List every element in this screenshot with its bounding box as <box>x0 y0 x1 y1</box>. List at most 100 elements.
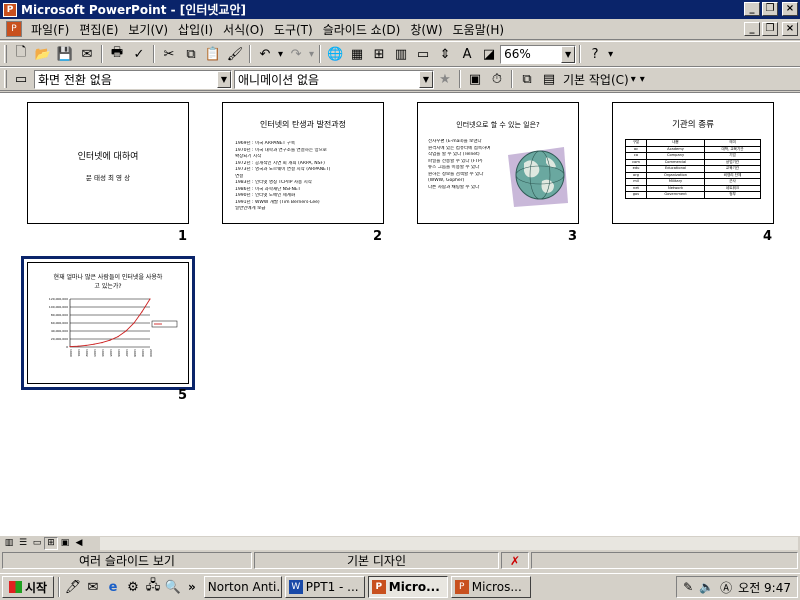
user-growth-chart: 120,000,000 100,000,000 80,000,000 60,000,0… <box>49 297 178 357</box>
zoom-select[interactable]: 66% ▼ <box>500 44 577 64</box>
slide-transition-icon[interactable]: ▭ <box>10 68 32 90</box>
email-icon[interactable]: ✉ <box>76 43 98 65</box>
menu-tools[interactable]: 도구(T) <box>269 21 318 38</box>
search-icon[interactable]: 🔍 <box>163 577 183 597</box>
redo-dropdown-icon[interactable]: ▾ <box>309 49 314 60</box>
slide-bullets: 1969년 : 미국 ARPANET 구축 1970년 : 미국 대학과 연구소… <box>235 141 375 213</box>
transition-dropdown-icon[interactable]: ▼ <box>217 70 231 88</box>
summary-slide-icon[interactable]: ⧉ <box>516 68 538 90</box>
doc-minimize-button[interactable]: _ <box>744 22 760 36</box>
quicklaunch-more-icon[interactable]: » <box>188 580 196 594</box>
close-button[interactable]: × <box>782 2 798 16</box>
menu-edit[interactable]: 편집(E) <box>74 21 123 38</box>
expand-icon[interactable]: ⇕ <box>434 43 456 65</box>
toolbar-grip[interactable] <box>4 70 7 88</box>
x-tick-label: 1994 <box>101 349 105 357</box>
status-empty <box>531 552 798 569</box>
paste-icon[interactable]: 📋 <box>202 43 224 65</box>
animation-preview-icon[interactable]: ★ <box>434 68 456 90</box>
volume-icon[interactable]: 🔈 <box>699 580 714 594</box>
pen-icon[interactable]: ✎ <box>683 580 693 594</box>
redo-icon[interactable]: ↷ <box>285 43 307 65</box>
insert-table-icon[interactable]: ⊞ <box>368 43 390 65</box>
slide-view-icon[interactable]: ▭ <box>30 537 44 550</box>
menu-format[interactable]: 서식(O) <box>218 21 269 38</box>
new-slide-icon[interactable]: ▭ <box>412 43 434 65</box>
show-desktop-icon[interactable]: 🖊 <box>63 577 83 597</box>
menu-help[interactable]: 도움말(H) <box>448 21 510 38</box>
speaker-notes-icon[interactable]: ▤ <box>538 68 560 90</box>
menu-view[interactable]: 보기(V) <box>123 21 173 38</box>
zoom-dropdown-icon[interactable]: ▼ <box>561 45 576 63</box>
data-point <box>141 311 143 313</box>
open-folder-icon[interactable]: 📂 <box>32 43 54 65</box>
standard-toolbar: 🗋 📂 💾 ✉ 🖶 ✓ ✂ ⧉ 📋 🖌 ↶ ▾ ↷ ▾ 🌐 ▦ ⊞ ▥ ▭ ⇕ … <box>0 41 800 67</box>
horizontal-scrollbar[interactable] <box>100 537 798 550</box>
slide-number: 3 <box>568 229 578 244</box>
undo-icon[interactable]: ↶ <box>254 43 276 65</box>
task-microsoft[interactable]: P Micros... <box>450 576 531 598</box>
toolbar-options-icon[interactable]: ▾ <box>608 49 613 60</box>
menu-insert[interactable]: 삽입(I) <box>173 21 218 38</box>
grayscale-icon[interactable]: ◪ <box>478 43 500 65</box>
normal-view-icon[interactable]: ▥ <box>2 537 16 550</box>
outline-view-icon[interactable]: ☰ <box>16 537 30 550</box>
spellcheck-icon[interactable]: ✓ <box>128 43 150 65</box>
common-tasks-button[interactable]: 기본 작업(C) <box>563 71 629 88</box>
slide-thumbnail[interactable]: 인터넷으로 할 수 있는 일은? 전자우편 (E-mail)을 보낸다 원격지에… <box>417 102 579 224</box>
window-title: Microsoft PowerPoint - [인터넷교안] <box>21 3 246 17</box>
common-tasks-dropdown-icon[interactable]: ▾ <box>631 74 636 85</box>
task-powerpoint-active[interactable]: P Micro... <box>367 576 448 598</box>
x-tick-label: 1995 <box>109 349 113 357</box>
network-icon[interactable]: 🖧 <box>143 577 163 597</box>
outlook-express-icon[interactable]: ✉ <box>83 577 103 597</box>
slide-thumbnail[interactable]: 인터넷에 대하여 문 태성 최 영 상 <box>27 102 189 224</box>
powerpoint-app-icon[interactable]: P <box>3 2 17 17</box>
hide-slide-icon[interactable]: ▣ <box>464 68 486 90</box>
transition-select[interactable]: 화면 전환 없음 ▼ <box>34 69 232 89</box>
undo-dropdown-icon[interactable]: ▾ <box>278 49 283 60</box>
new-icon[interactable]: 🗋 <box>10 43 32 65</box>
menu-slideshow[interactable]: 슬라이드 쇼(D) <box>318 21 406 38</box>
hyperlink-icon[interactable]: 🌐 <box>324 43 346 65</box>
insert-chart-icon[interactable]: ▥ <box>390 43 412 65</box>
menu-window[interactable]: 창(W) <box>405 21 447 38</box>
doc-close-button[interactable]: × <box>782 22 798 36</box>
slide-number: 4 <box>763 229 773 244</box>
doc-restore-button[interactable]: ❐ <box>762 22 778 36</box>
spelling-status-icon[interactable]: ✗ <box>501 552 529 569</box>
start-button[interactable]: 시작 <box>2 576 54 598</box>
toolbar-grip[interactable] <box>4 45 7 63</box>
cut-icon[interactable]: ✂ <box>158 43 180 65</box>
task-ppt1[interactable]: W PPT1 - ... <box>284 576 365 598</box>
rehearse-timings-icon[interactable]: ⏱ <box>486 68 508 90</box>
animation-select[interactable]: 애니메이션 없음 ▼ <box>234 69 434 89</box>
slide-thumbnail[interactable]: 기관의 종류 구분 내용 의미 ac Academy 대학, 교육기관 co Company 기… <box>612 102 774 224</box>
menu-file[interactable]: 파일(F) <box>26 21 74 38</box>
minimize-button[interactable]: _ <box>744 2 760 16</box>
slide-thumbnail[interactable]: 현재 얼마나 많은 사람들이 인터넷을 사용하고 있는가? 120,000,00… <box>21 256 195 390</box>
language-icon[interactable]: Ⓐ <box>720 579 732 596</box>
document-icon[interactable]: P <box>6 21 22 37</box>
winamp-icon[interactable]: ⚙ <box>123 577 143 597</box>
animation-dropdown-icon[interactable]: ▼ <box>419 70 433 88</box>
slide-thumbnail[interactable]: 인터넷의 탄생과 발전과정 1969년 : 미국 ARPANET 구축 1970… <box>222 102 384 224</box>
help-icon[interactable]: ? <box>584 43 606 65</box>
scroll-left-icon[interactable]: ◀ <box>72 537 86 550</box>
restore-button[interactable]: ❐ <box>762 2 778 16</box>
internet-explorer-icon[interactable]: e <box>103 577 123 597</box>
show-formatting-icon[interactable]: A <box>456 43 478 65</box>
table-cell: Government <box>646 191 706 199</box>
toolbar-options-icon[interactable]: ▾ <box>640 74 645 85</box>
print-icon[interactable]: 🖶 <box>106 43 128 65</box>
slide-title: 기관의 종류 <box>672 120 714 130</box>
taskbar: 시작 🖊 ✉ e ⚙ 🖧 🔍 » Norton Anti... W PPT1 -… <box>0 573 800 600</box>
format-painter-icon[interactable]: 🖌 <box>224 43 246 65</box>
slideshow-view-icon[interactable]: ▣ <box>58 537 72 550</box>
task-norton[interactable]: Norton Anti... <box>203 576 282 598</box>
slide-sorter-view-icon[interactable]: ⊞ <box>44 536 58 550</box>
tables-borders-icon[interactable]: ▦ <box>346 43 368 65</box>
save-icon[interactable]: 💾 <box>54 43 76 65</box>
slide-subtitle: 문 태성 최 영 상 <box>85 174 131 182</box>
copy-icon[interactable]: ⧉ <box>180 43 202 65</box>
